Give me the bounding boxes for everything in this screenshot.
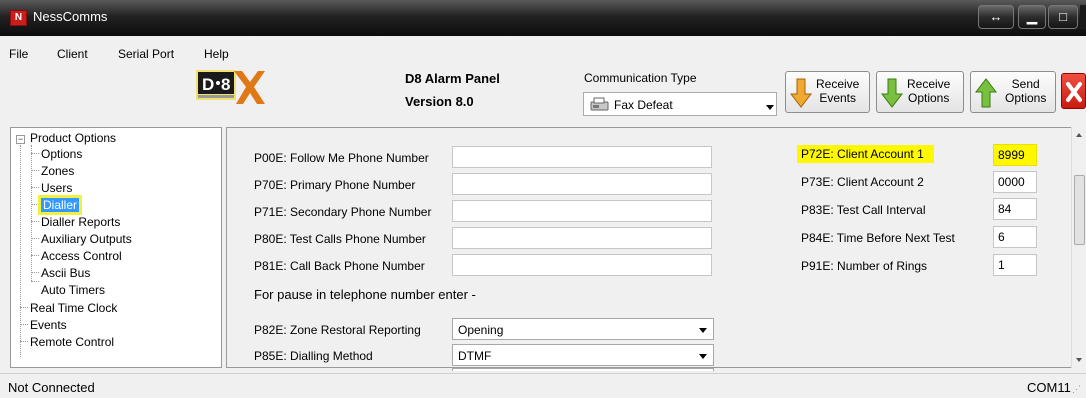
client-account-2-input[interactable]: 0000 <box>993 171 1037 193</box>
up-arrow-icon <box>975 78 997 108</box>
menu-help[interactable]: Help <box>204 47 229 61</box>
down-arrow-icon <box>790 78 812 108</box>
tree-item-dialler[interactable]: Dialler <box>37 195 83 215</box>
close-icon[interactable] <box>1061 73 1086 109</box>
dialling-method-select[interactable]: DTMF <box>452 344 714 366</box>
chevron-down-icon <box>699 354 707 359</box>
tree-item-product-options[interactable]: Product Options <box>30 131 116 145</box>
communication-type-value: Fax Defeat <box>614 98 673 112</box>
svg-text:D: D <box>202 75 214 94</box>
vertical-scrollbar[interactable] <box>1071 127 1086 368</box>
receive-options-button[interactable]: Receive Options <box>876 71 964 113</box>
fax-icon <box>590 97 609 111</box>
product-options-tree[interactable]: − Product Options Options Zones Users Di… <box>10 127 222 368</box>
panel-version: Version 8.0 <box>405 94 474 109</box>
tree-item-ascii-bus[interactable]: Ascii Bus <box>41 266 90 280</box>
field-label: P85E: Dialling Method <box>254 349 373 363</box>
tree-item-options[interactable]: Options <box>41 147 82 161</box>
test-call-interval-input[interactable]: 84 <box>993 198 1037 220</box>
tree-item-events[interactable]: Events <box>30 318 67 332</box>
zone-restoral-reporting-value: Opening <box>458 323 504 337</box>
minimize-button[interactable]: ▁ <box>1018 5 1046 29</box>
com-port-status: COM11 <box>1027 380 1071 395</box>
field-label: P91E: Number of Rings <box>801 259 928 273</box>
scroll-down-icon[interactable] <box>1076 358 1082 362</box>
tree-item-auxiliary-outputs[interactable]: Auxiliary Outputs <box>41 232 132 246</box>
call-back-phone-input[interactable] <box>452 254 712 276</box>
number-of-rings-input[interactable]: 1 <box>993 254 1037 276</box>
panel-name: D8 Alarm Panel <box>405 71 500 86</box>
field-label: P82E: Zone Restoral Reporting <box>254 323 421 337</box>
dialler-options-panel: P00E: Follow Me Phone Number P70E: Prima… <box>226 127 1071 371</box>
receive-options-label-1: Receive <box>907 77 951 91</box>
receive-events-button[interactable]: Receive Events <box>785 71 870 113</box>
communication-type-label: Communication Type <box>584 71 697 85</box>
resize-button[interactable]: ↔ <box>978 5 1014 29</box>
chevron-down-icon <box>699 328 707 333</box>
menu-bar: File Client Serial Port Help <box>0 44 1086 64</box>
resize-grip-icon[interactable]: ⋰ <box>1072 384 1081 395</box>
field-label: P81E: Call Back Phone Number <box>254 259 425 273</box>
field-label-client-account-1: P72E: Client Account 1 <box>797 145 934 163</box>
window-title: NessComms <box>33 9 108 24</box>
secondary-phone-input[interactable] <box>452 200 712 222</box>
partial-select[interactable] <box>452 368 714 371</box>
send-options-label-1: Send <box>1011 77 1040 91</box>
svg-text:8: 8 <box>221 75 230 94</box>
tree-item-real-time-clock[interactable]: Real Time Clock <box>30 301 117 315</box>
scroll-up-icon[interactable] <box>1076 133 1082 137</box>
tree-item-zones[interactable]: Zones <box>41 164 74 178</box>
communication-type-select[interactable]: Fax Defeat <box>583 92 777 116</box>
menu-client[interactable]: Client <box>57 47 88 61</box>
window-close-button[interactable] <box>1080 5 1086 29</box>
tree-item-dialler-reports[interactable]: Dialler Reports <box>41 215 120 229</box>
field-label: P84E: Time Before Next Test <box>801 231 955 245</box>
time-before-next-test-input[interactable]: 6 <box>993 226 1037 248</box>
menu-serial-port[interactable]: Serial Port <box>118 47 174 61</box>
tree-item-access-control[interactable]: Access Control <box>41 249 122 263</box>
field-label: P71E: Secondary Phone Number <box>254 205 432 219</box>
connection-status: Not Connected <box>8 380 95 395</box>
tree-item-users[interactable]: Users <box>41 181 72 195</box>
tree-item-remote-control[interactable]: Remote Control <box>30 335 114 349</box>
test-calls-phone-input[interactable] <box>452 227 712 249</box>
tree-item-auto-timers[interactable]: Auto Timers <box>41 283 105 297</box>
maximize-button[interactable]: □ <box>1048 5 1078 29</box>
collapse-icon[interactable]: − <box>16 135 25 144</box>
app-icon: N <box>10 10 27 26</box>
menu-file[interactable]: File <box>9 47 28 61</box>
field-label: P83E: Test Call Interval <box>801 203 926 217</box>
send-options-label-2: Options <box>1005 91 1047 105</box>
scrollbar-thumb[interactable] <box>1074 175 1085 245</box>
field-label: P73E: Client Account 2 <box>801 175 924 189</box>
chevron-down-icon <box>766 105 774 110</box>
receive-events-label-2: Events <box>819 91 857 105</box>
receive-options-label-2: Options <box>908 91 950 105</box>
client-account-1-input[interactable]: 8999 <box>993 144 1037 166</box>
receive-events-label-1: Receive <box>816 77 860 91</box>
field-label: P70E: Primary Phone Number <box>254 178 416 192</box>
down-arrow-icon <box>881 78 903 108</box>
zone-restoral-reporting-select[interactable]: Opening <box>452 318 714 340</box>
primary-phone-input[interactable] <box>452 173 712 195</box>
field-label: P00E: Follow Me Phone Number <box>254 151 429 165</box>
follow-me-phone-input[interactable] <box>452 146 712 168</box>
d8x-logo: D 8 <box>196 70 265 104</box>
pause-note: For pause in telephone number enter - <box>254 287 476 302</box>
status-bar: Not Connected COM11 ⋰ <box>0 373 1086 398</box>
title-bar: N NessComms ↔ ▁ □ x <box>0 0 1086 36</box>
field-label: P80E: Test Calls Phone Number <box>254 232 426 246</box>
dialling-method-value: DTMF <box>458 349 492 363</box>
send-options-button[interactable]: Send Options <box>970 71 1056 113</box>
